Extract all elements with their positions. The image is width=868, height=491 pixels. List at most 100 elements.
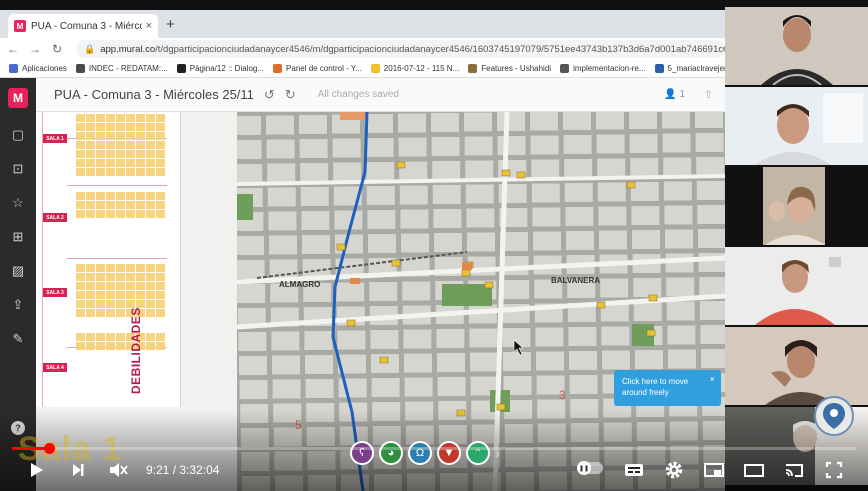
sticky-note[interactable] (86, 333, 95, 341)
sticky-note[interactable] (106, 264, 115, 272)
sticky-note[interactable] (86, 192, 95, 200)
sticky-note[interactable] (116, 309, 125, 317)
sticky-note[interactable] (86, 291, 95, 299)
sticky-note[interactable] (136, 192, 145, 200)
collaborator-count[interactable]: 👤 1 (664, 89, 685, 100)
sticky-note[interactable] (96, 264, 105, 272)
text-box-icon[interactable]: ⊡ (9, 160, 27, 178)
sticky-note[interactable] (156, 201, 165, 209)
sticky-note[interactable] (146, 168, 155, 176)
sticky-note[interactable] (156, 159, 165, 167)
sticky-note[interactable] (76, 114, 85, 122)
sticky-note[interactable] (136, 282, 145, 290)
sticky-note[interactable] (116, 168, 125, 176)
sticky-note[interactable] (106, 114, 115, 122)
sticky-note[interactable] (146, 192, 155, 200)
url-input[interactable]: 🔒 app.mural.co/t/dgparticipacionciudadan… (76, 40, 725, 58)
sticky-note[interactable] (136, 168, 145, 176)
sticky-note[interactable] (116, 210, 125, 218)
mute-button[interactable] (104, 456, 132, 484)
tab-close-icon[interactable]: × (146, 20, 152, 32)
sticky-note[interactable] (126, 201, 135, 209)
sticky-note[interactable] (76, 309, 85, 317)
sticky-note[interactable] (116, 201, 125, 209)
sticky-note[interactable] (126, 123, 135, 131)
sticky-note[interactable] (156, 291, 165, 299)
sticky-note[interactable] (96, 168, 105, 176)
bookmark-item[interactable]: Aplicaciones (9, 64, 67, 73)
sticky-note[interactable] (86, 342, 95, 350)
sticky-note[interactable] (156, 192, 165, 200)
sticky-note[interactable] (106, 201, 115, 209)
forward-arrow-icon[interactable]: → (26, 42, 44, 56)
sticky-note[interactable] (136, 159, 145, 167)
sticky-note[interactable] (156, 342, 165, 350)
sticky-note[interactable] (156, 300, 165, 308)
redo-icon[interactable]: ↻ (285, 87, 296, 103)
frame-grid-icon[interactable]: ⊞ (9, 228, 27, 246)
sticky-note[interactable] (156, 333, 165, 341)
sticky-note[interactable] (126, 210, 135, 218)
sticky-note[interactable] (126, 132, 135, 140)
sticky-note[interactable] (146, 333, 155, 341)
sticky-note[interactable] (76, 210, 85, 218)
sticky-note[interactable] (146, 282, 155, 290)
video-progress-bar[interactable] (12, 443, 856, 454)
sticky-note[interactable] (116, 273, 125, 281)
sticky-note[interactable] (96, 141, 105, 149)
sticky-note[interactable] (116, 159, 125, 167)
sticky-note[interactable] (96, 114, 105, 122)
sticky-note[interactable] (136, 291, 145, 299)
sticky-note[interactable] (96, 309, 105, 317)
sticky-note[interactable] (96, 342, 105, 350)
sticky-note[interactable] (156, 123, 165, 131)
sticky-note[interactable] (86, 150, 95, 158)
sticky-note[interactable] (136, 210, 145, 218)
sticky-note[interactable] (76, 159, 85, 167)
sticky-note[interactable] (146, 201, 155, 209)
sticky-note[interactable] (86, 282, 95, 290)
sticky-note[interactable] (96, 150, 105, 158)
sticky-note[interactable] (146, 291, 155, 299)
sticky-note[interactable] (106, 159, 115, 167)
sticky-note[interactable] (126, 192, 135, 200)
sticky-note[interactable] (116, 141, 125, 149)
sticky-note[interactable] (116, 123, 125, 131)
sticky-note[interactable] (96, 273, 105, 281)
sticky-note[interactable] (156, 273, 165, 281)
sticky-note[interactable] (96, 123, 105, 131)
sticky-note[interactable] (76, 168, 85, 176)
back-arrow-icon[interactable]: ← (4, 42, 22, 56)
sticky-note[interactable] (106, 192, 115, 200)
sticky-note[interactable] (146, 123, 155, 131)
sticky-note[interactable] (86, 123, 95, 131)
sticky-note[interactable] (76, 123, 85, 131)
sticky-note[interactable] (156, 210, 165, 218)
sticky-note[interactable] (136, 264, 145, 272)
sticky-note[interactable] (136, 141, 145, 149)
sticky-note[interactable] (106, 342, 115, 350)
sticky-note[interactable] (146, 141, 155, 149)
sticky-note[interactable] (96, 159, 105, 167)
sticky-note[interactable] (146, 132, 155, 140)
sticky-note[interactable] (76, 141, 85, 149)
bookmark-item[interactable]: implementacion-re... (560, 64, 646, 73)
sticky-note[interactable] (126, 114, 135, 122)
play-button[interactable] (22, 456, 50, 484)
sticky-note[interactable] (106, 300, 115, 308)
bookmark-item[interactable]: INDEC - REDATAM:... (75, 64, 168, 73)
sticky-note[interactable] (146, 342, 155, 350)
sticky-note[interactable] (116, 132, 125, 140)
sticky-note[interactable] (96, 291, 105, 299)
sticky-note[interactable] (106, 168, 115, 176)
pen-icon[interactable]: ✎ (9, 330, 27, 348)
sticky-note[interactable] (126, 159, 135, 167)
sticky-note[interactable] (86, 264, 95, 272)
sticky-note[interactable] (106, 150, 115, 158)
sticky-note[interactable] (126, 273, 135, 281)
bookmark-item[interactable]: 5_mariaclravejer (654, 64, 725, 73)
sticky-note[interactable] (156, 141, 165, 149)
subtitles-button[interactable] (620, 456, 648, 484)
sticky-note[interactable] (76, 192, 85, 200)
share-icon[interactable]: ⇧ (704, 88, 713, 101)
